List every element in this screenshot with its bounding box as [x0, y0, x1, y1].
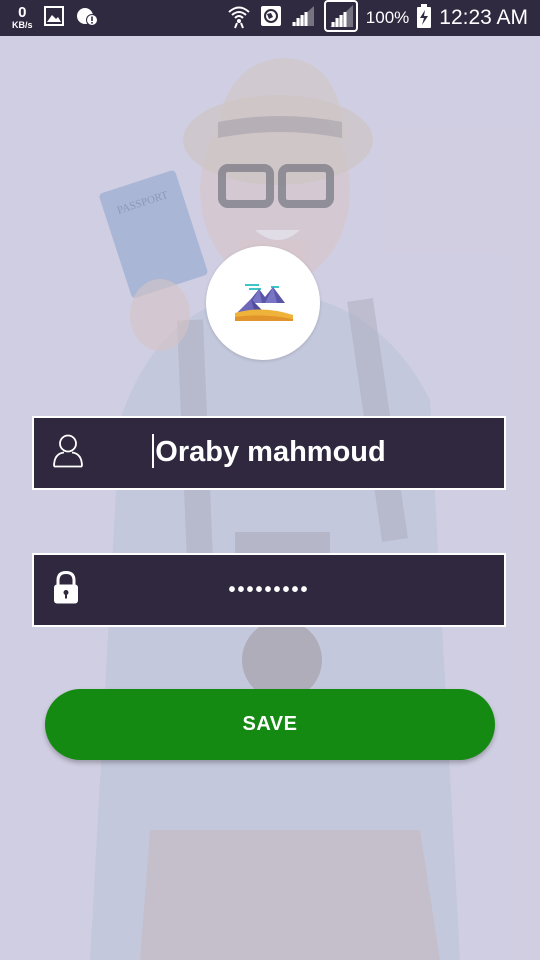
battery-percentage: 100%	[365, 8, 410, 27]
globe-icon	[260, 5, 282, 32]
clock: 12:23 AM	[439, 6, 528, 29]
app-logo	[206, 246, 320, 360]
name-value: Oraby mahmoud	[155, 435, 386, 468]
signal-icon-2	[323, 0, 358, 37]
lock-icon	[52, 570, 80, 610]
pyramids-icon	[235, 284, 293, 321]
password-field[interactable]: •••••••••	[32, 553, 506, 627]
name-field[interactable]: Oraby mahmoud	[32, 416, 506, 490]
gallery-icon	[43, 5, 65, 32]
network-speed-value: 0	[18, 4, 27, 21]
network-speed-unit: KB/s	[12, 20, 33, 30]
user-icon	[52, 434, 84, 473]
alert-icon	[75, 5, 99, 32]
battery-charging-icon	[417, 3, 432, 33]
network-speed: 0 KB/s	[12, 4, 33, 30]
signal-icon-1	[290, 4, 316, 33]
name-input[interactable]: Oraby mahmoud	[34, 434, 504, 470]
background-overlay	[0, 36, 540, 960]
save-button[interactable]: SAVE	[45, 689, 495, 760]
wifi-icon	[226, 3, 252, 34]
status-bar: 0 KB/s 100% 12:23 AM	[0, 0, 540, 36]
background-photo: PASSPORT	[0, 36, 540, 960]
password-input[interactable]: •••••••••	[34, 579, 504, 602]
text-cursor	[152, 434, 155, 469]
